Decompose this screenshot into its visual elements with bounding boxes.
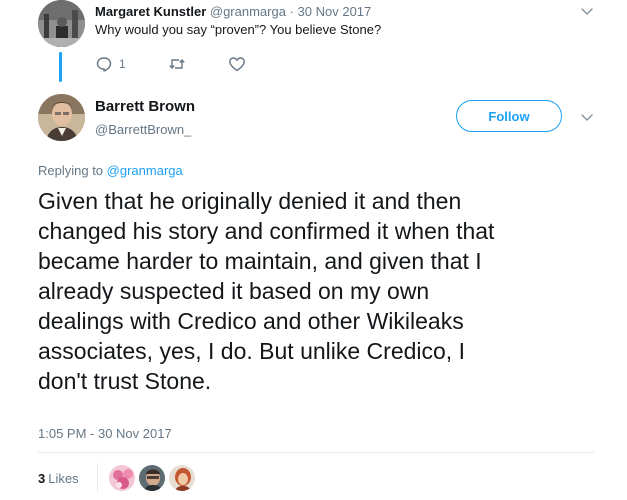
liker-avatar[interactable]: [167, 464, 196, 492]
likes-label: Likes: [48, 470, 79, 486]
likes-count: 3: [38, 470, 46, 486]
liker-avatar[interactable]: [107, 464, 136, 492]
reply-count: 1: [119, 57, 126, 71]
parent-tweet[interactable]: Margaret Kunstler @granmarga · 30 Nov 20…: [0, 0, 627, 84]
author-name[interactable]: Margaret Kunstler: [95, 4, 206, 19]
separator: ·: [289, 4, 294, 19]
author-handle[interactable]: @granmarga: [210, 4, 286, 19]
replying-to-label: Replying to: [38, 163, 104, 178]
follow-button[interactable]: Follow: [456, 100, 562, 132]
parent-tweet-header: Margaret Kunstler @granmarga · 30 Nov 20…: [95, 4, 371, 19]
like-button[interactable]: [228, 55, 246, 73]
tweet-timestamp[interactable]: 1:05 PM - 30 Nov 2017: [38, 426, 172, 441]
replying-to: Replying to @granmarga: [38, 163, 183, 178]
tweet-date[interactable]: 30 Nov 2017: [298, 4, 372, 19]
likes-stat[interactable]: 3 Likes: [38, 471, 79, 486]
stats-separator: [96, 463, 98, 493]
thread-line: [59, 52, 62, 82]
divider: [38, 452, 594, 453]
retweet-icon: [168, 59, 185, 69]
avatar[interactable]: [38, 0, 85, 47]
reply-button[interactable]: 1: [95, 55, 126, 73]
tweet-text: Given that he originally denied it and t…: [38, 188, 495, 394]
liker-avatar[interactable]: [137, 464, 166, 492]
tweet-stats: 3 Likes: [38, 463, 198, 493]
like-icon: [228, 57, 245, 72]
author-handle[interactable]: @BarrettBrown_: [95, 122, 191, 137]
author-name[interactable]: Barrett Brown: [95, 98, 195, 115]
parent-tweet-text: Why would you say “proven”? You believe …: [95, 22, 382, 37]
retweet-button[interactable]: [168, 55, 186, 73]
replying-to-mention[interactable]: @granmarga: [107, 163, 183, 178]
tweet-actions: 1: [95, 54, 288, 74]
chevron-down-icon[interactable]: [580, 110, 594, 124]
reply-icon: [96, 57, 112, 72]
chevron-down-icon[interactable]: [580, 4, 594, 18]
avatar[interactable]: [38, 94, 85, 141]
